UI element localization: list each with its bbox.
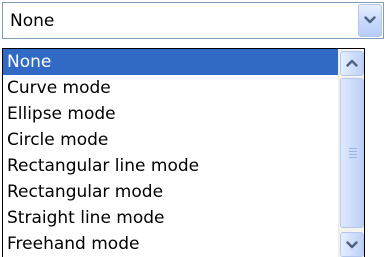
scroll-down-button[interactable] bbox=[340, 232, 364, 257]
list-item-none[interactable]: None bbox=[3, 49, 338, 75]
list-item-straight-line-mode[interactable]: Straight line mode bbox=[3, 205, 338, 231]
option-list: None Curve mode Ellipse mode Circle mode… bbox=[3, 49, 338, 257]
chevron-down-icon bbox=[364, 16, 376, 24]
scrollbar-thumb[interactable] bbox=[340, 78, 364, 228]
chevron-up-icon bbox=[346, 59, 358, 67]
list-item-freehand-mode[interactable]: Freehand mode bbox=[3, 231, 338, 257]
combobox-value: None bbox=[10, 11, 55, 31]
list-item-rectangular-mode[interactable]: Rectangular mode bbox=[3, 179, 338, 205]
vertical-scrollbar[interactable] bbox=[338, 49, 364, 257]
list-item-circle-mode[interactable]: Circle mode bbox=[3, 127, 338, 153]
mode-combobox[interactable]: None bbox=[2, 2, 384, 39]
scroll-up-button[interactable] bbox=[340, 51, 364, 76]
draw-mode-selector: None None Curve mode Ellipse mode Circle… bbox=[0, 0, 389, 257]
mode-dropdown-list: None Curve mode Ellipse mode Circle mode… bbox=[2, 48, 365, 257]
chevron-down-icon bbox=[346, 241, 358, 249]
list-item-rectangular-line-mode[interactable]: Rectangular line mode bbox=[3, 153, 338, 179]
combobox-dropdown-button[interactable] bbox=[358, 4, 382, 37]
list-item-curve-mode[interactable]: Curve mode bbox=[3, 75, 338, 101]
list-item-ellipse-mode[interactable]: Ellipse mode bbox=[3, 101, 338, 127]
